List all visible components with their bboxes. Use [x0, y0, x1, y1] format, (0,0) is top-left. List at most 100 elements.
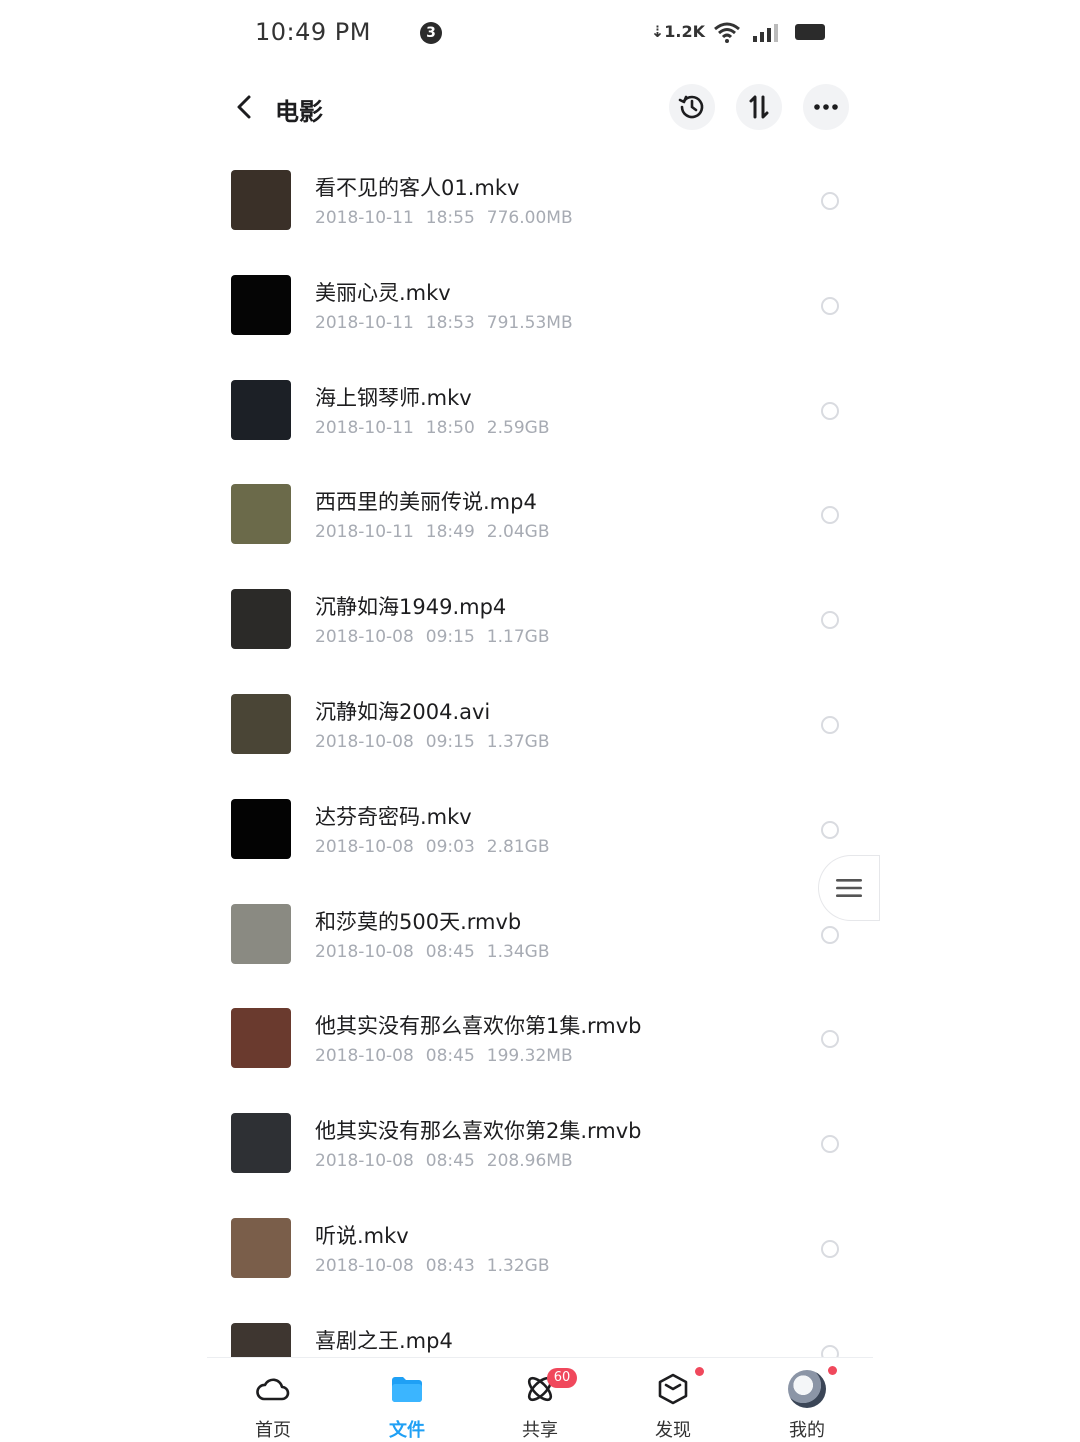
file-row[interactable]: 沉静如海1949.mp4 2018-10-08 09:15 1.17GB: [207, 567, 873, 672]
discover-notification-dot: [695, 1367, 704, 1376]
battery-icon: [795, 24, 825, 40]
select-radio[interactable]: [821, 1030, 839, 1049]
signal-icon: [753, 24, 778, 42]
file-row[interactable]: 看不见的客人01.mkv 2018-10-11 18:55 776.00MB: [207, 148, 873, 253]
tab-discover-label: 发现: [655, 1420, 691, 1441]
history-icon: [678, 95, 704, 119]
floating-menu-button[interactable]: [819, 856, 879, 920]
history-button[interactable]: [669, 84, 715, 130]
status-time: 10:49 PM: [255, 18, 371, 46]
file-name: 听说.mkv: [315, 1224, 409, 1248]
file-row[interactable]: 沉静如海2004.avi 2018-10-08 09:15 1.37GB: [207, 672, 873, 777]
file-meta: 2018-10-08 09:03 2.81GB: [315, 837, 561, 857]
tab-home-label: 首页: [255, 1420, 291, 1441]
tab-discover[interactable]: 发现: [623, 1358, 723, 1441]
file-thumbnail: [231, 903, 291, 964]
file-row[interactable]: 和莎莫的500天.rmvb 2018-10-08 08:45 1.34GB: [207, 882, 873, 987]
file-meta: 2018-10-11 18:49 2.04GB: [315, 522, 561, 542]
tab-share-label: 共享: [522, 1420, 558, 1441]
select-radio[interactable]: [821, 1135, 839, 1154]
file-thumbnail: [231, 694, 291, 754]
select-radio[interactable]: [821, 296, 839, 315]
tab-profile-label: 我的: [789, 1420, 825, 1441]
file-row[interactable]: 达芬奇密码.mkv 2018-10-08 09:03 2.81GB: [207, 777, 873, 882]
cube-icon: [658, 1373, 688, 1405]
file-thumbnail: [231, 274, 291, 335]
more-icon: [814, 104, 838, 110]
tab-share[interactable]: 60 共享: [490, 1358, 590, 1441]
phone-screen: 10:49 PM 3 ⇣1.2K 电影 看不见的客人01.mkv 2018-10…: [207, 0, 879, 1441]
page-title: 电影: [275, 98, 323, 126]
file-date: 2018-10-11: [315, 522, 414, 543]
file-date: 2018-10-08: [315, 627, 414, 648]
file-time: 08:45: [425, 1151, 475, 1172]
file-row[interactable]: 喜剧之王.mp4: [207, 1301, 873, 1358]
share-badge: 60: [547, 1368, 577, 1388]
network-speed: ⇣1.2K: [650, 22, 705, 41]
file-meta: 2018-10-08 08:45 208.96MB: [315, 1151, 585, 1171]
tab-profile[interactable]: 我的: [757, 1358, 857, 1441]
select-radio[interactable]: [821, 401, 839, 420]
sort-button[interactable]: [736, 84, 782, 130]
file-size: 1.37GB: [486, 732, 550, 752]
wifi-icon: [714, 22, 740, 43]
file-row[interactable]: 听说.mkv 2018-10-08 08:43 1.32GB: [207, 1196, 873, 1301]
file-name: 西西里的美丽传说.mp4: [315, 490, 537, 515]
file-date: 2018-10-08: [315, 732, 414, 752]
back-arrow-icon[interactable]: [233, 92, 257, 122]
more-button[interactable]: [803, 84, 849, 130]
file-thumbnail: [231, 798, 291, 859]
file-date: 2018-10-11: [315, 312, 414, 333]
tab-files-label: 文件: [389, 1420, 425, 1441]
file-meta: 2018-10-08 09:15 1.37GB: [315, 732, 561, 752]
file-thumbnail: [231, 1113, 291, 1174]
file-size: 1.32GB: [486, 1256, 550, 1276]
file-name: 喜剧之王.mp4: [315, 1328, 453, 1353]
file-name: 沉静如海1949.mp4: [315, 595, 507, 620]
select-radio[interactable]: [821, 820, 839, 839]
file-size: 199.32MB: [486, 1046, 573, 1067]
sort-icon: [749, 95, 769, 119]
select-radio[interactable]: [821, 925, 839, 944]
cloud-icon: [256, 1378, 290, 1401]
file-date: 2018-10-11: [315, 417, 414, 438]
file-thumbnail: [231, 379, 291, 440]
file-date: 2018-10-08: [315, 1256, 414, 1276]
file-name: 看不见的客人01.mkv: [315, 176, 520, 200]
select-radio[interactable]: [821, 1240, 839, 1258]
file-meta: 2018-10-08 08:45 199.32MB: [315, 1046, 585, 1066]
file-date: 2018-10-11: [315, 208, 414, 228]
file-meta: 2018-10-08 08:43 1.32GB: [315, 1256, 561, 1276]
file-row[interactable]: 美丽心灵.mkv 2018-10-11 18:53 791.53MB: [207, 253, 873, 358]
tab-files[interactable]: 文件: [357, 1358, 457, 1441]
file-time: 09:15: [425, 627, 475, 648]
file-row[interactable]: 海上钢琴师.mkv 2018-10-11 18:50 2.59GB: [207, 358, 873, 463]
file-name: 他其实没有那么喜欢你第2集.rmvb: [315, 1119, 642, 1144]
file-time: 18:55: [425, 208, 475, 228]
file-thumbnail: [231, 1218, 291, 1278]
file-date: 2018-10-08: [315, 1151, 414, 1172]
menu-icon: [836, 879, 862, 897]
file-row[interactable]: 他其实没有那么喜欢你第1集.rmvb 2018-10-08 08:45 199.32M…: [207, 986, 873, 1091]
select-radio[interactable]: [821, 611, 839, 630]
file-size: 2.59GB: [486, 417, 550, 438]
file-thumbnail: [231, 170, 291, 230]
file-row[interactable]: 他其实没有那么喜欢你第2集.rmvb 2018-10-08 08:45 208.96M…: [207, 1091, 873, 1196]
file-row[interactable]: 西西里的美丽传说.mp4 2018-10-11 18:49 2.04GB: [207, 462, 873, 567]
folder-icon: [392, 1377, 422, 1402]
file-size: 1.17GB: [486, 627, 550, 648]
file-meta: 2018-10-08 09:15 1.17GB: [315, 627, 561, 647]
file-time: 08:43: [425, 1256, 475, 1276]
select-radio[interactable]: [821, 716, 839, 734]
file-size: 208.96MB: [486, 1151, 573, 1172]
file-thumbnail: [231, 1322, 291, 1358]
file-time: 08:45: [425, 941, 475, 962]
file-time: 18:50: [425, 417, 475, 438]
tab-home[interactable]: 首页: [223, 1358, 323, 1441]
status-bar: 10:49 PM 3 ⇣1.2K: [255, 14, 825, 54]
select-radio[interactable]: [821, 192, 839, 210]
file-name: 他其实没有那么喜欢你第1集.rmvb: [315, 1014, 642, 1039]
select-radio[interactable]: [821, 506, 839, 525]
file-meta: 2018-10-11 18:50 2.59GB: [315, 418, 561, 438]
file-meta: 2018-10-11 18:55 776.00MB: [315, 208, 585, 228]
